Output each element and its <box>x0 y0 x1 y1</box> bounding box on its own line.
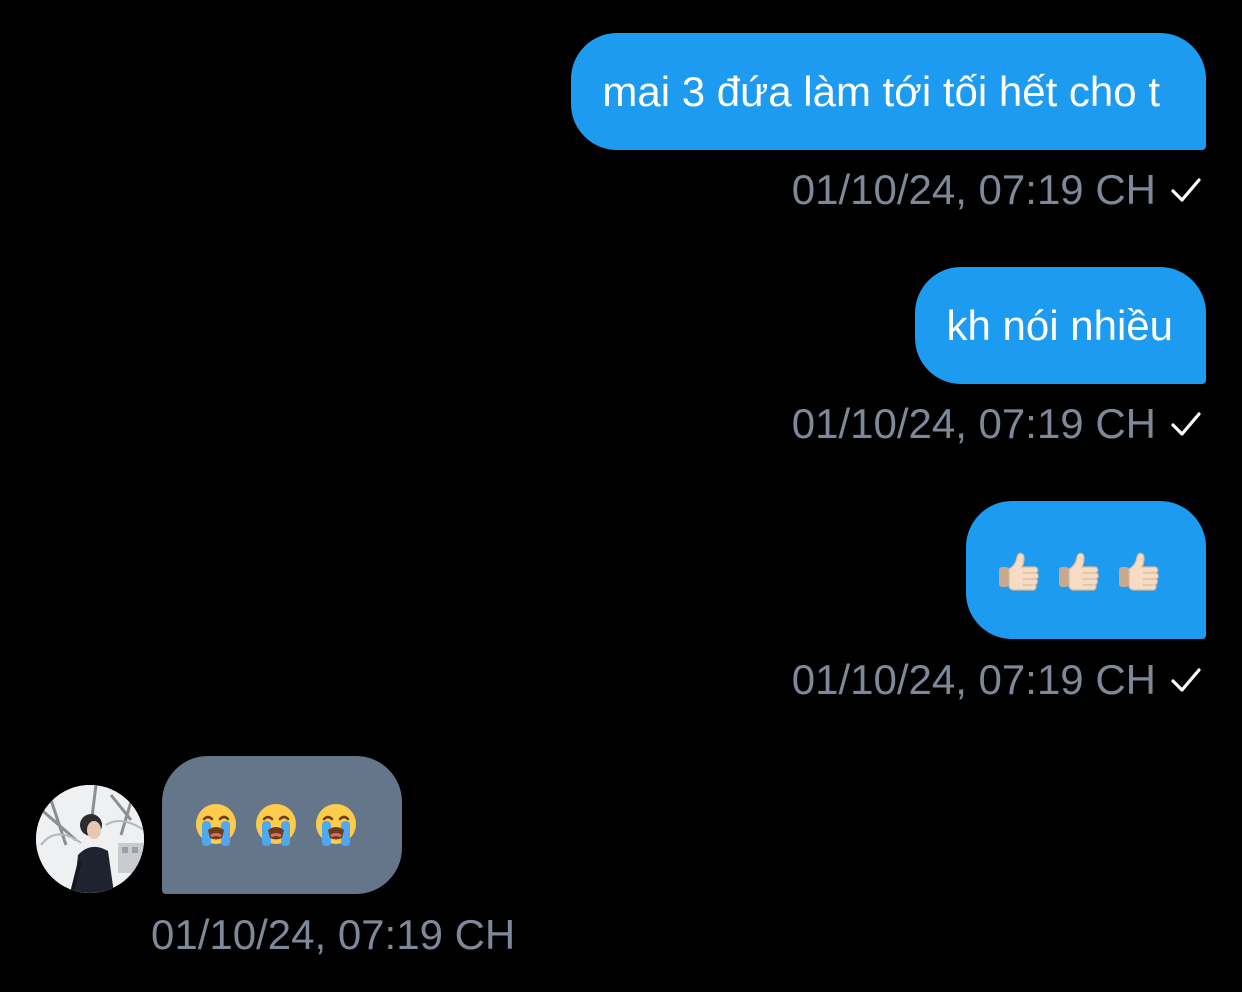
avatar-photo <box>36 785 144 893</box>
message-meta: 01/10/24, 07:19 CH <box>792 400 1202 448</box>
crying-face-icon <box>254 802 298 848</box>
message-meta: 01/10/24, 07:19 CH <box>792 656 1202 704</box>
crying-face-icon <box>194 802 238 848</box>
thumbs-up-icon <box>1118 552 1159 591</box>
contact-avatar[interactable] <box>36 785 144 893</box>
message-timestamp: 01/10/24, 07:19 CH <box>791 656 1156 703</box>
checkmark-icon <box>1171 178 1201 202</box>
message-meta: 01/10/24, 07:19 CH <box>151 911 515 959</box>
emoji-row <box>193 802 359 848</box>
thumbs-up-icon <box>998 552 1039 591</box>
message-bubble-outgoing[interactable]: mai 3 đứa làm tới tối hết cho t <box>571 33 1206 150</box>
checkmark-icon <box>1171 412 1201 436</box>
emoji-row <box>996 547 1162 593</box>
message-timestamp: 01/10/24, 07:19 CH <box>151 911 516 958</box>
message-bubble-outgoing[interactable] <box>966 501 1206 639</box>
message-timestamp: 01/10/24, 07:19 CH <box>791 166 1156 213</box>
thumbs-up-icon <box>1058 552 1099 591</box>
message-bubble-incoming[interactable] <box>162 756 402 894</box>
message-timestamp: 01/10/24, 07:19 CH <box>791 400 1156 447</box>
message-text: kh nói nhiều <box>946 301 1173 349</box>
crying-face-icon <box>314 802 358 848</box>
message-bubble-outgoing[interactable]: kh nói nhiều <box>915 267 1206 384</box>
checkmark-icon <box>1171 668 1201 692</box>
message-meta: 01/10/24, 07:19 CH <box>792 166 1202 214</box>
message-text: mai 3 đứa làm tới tối hết cho t <box>602 67 1160 115</box>
